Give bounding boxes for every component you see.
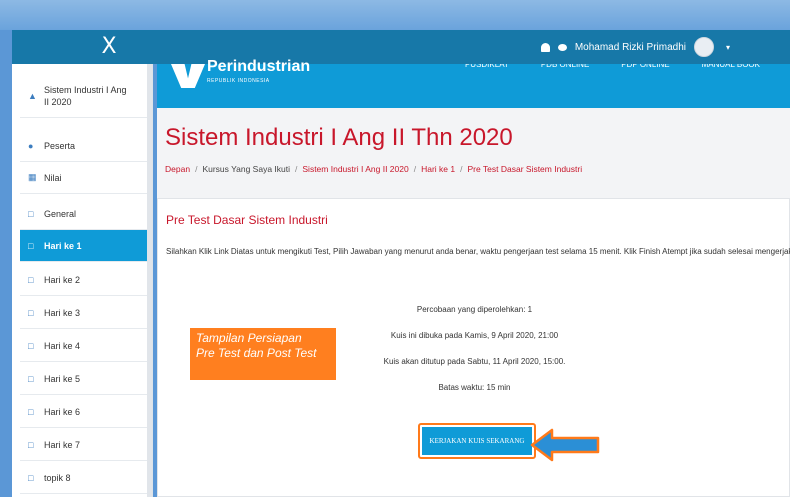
nav-link-manual-book[interactable]: MANUAL BOOK: [702, 64, 760, 72]
sidebar-item-hari-ke-5[interactable]: □ Hari ke 5: [20, 363, 148, 395]
logo-text[interactable]: Perindustrian: [207, 58, 310, 76]
breadcrumb-quiz[interactable]: Pre Test Dasar Sistem Industri: [467, 164, 582, 174]
banner-nav: PUSDIKLAT PDB ONLINE PDP ONLINE MANUAL B…: [465, 64, 760, 72]
breadcrumb-home[interactable]: Depan: [165, 164, 190, 174]
screen-frame-left: [0, 30, 12, 497]
breadcrumb-separator: /: [295, 164, 298, 174]
nav-link-pdb-online[interactable]: PDB ONLINE: [541, 64, 589, 72]
avatar[interactable]: [693, 37, 714, 57]
breadcrumb-separator: /: [460, 164, 463, 174]
breadcrumb-separator: /: [195, 164, 198, 174]
ministry-logo-icon[interactable]: [171, 64, 205, 88]
breadcrumb-separator: /: [413, 164, 417, 174]
sidebar-item-hari-ke-1[interactable]: □ Hari ke 1: [20, 230, 148, 262]
quiz-attempts-allowed: Percobaan yang diperolehkan: 1: [416, 305, 533, 314]
close-drawer-button[interactable]: X: [94, 33, 124, 61]
sidebar-item-peserta[interactable]: ● Peserta: [20, 130, 148, 162]
sidebar-item-label: Hari ke 7: [44, 439, 81, 450]
users-icon: ●: [28, 140, 34, 151]
course-sidebar: ▲ Sistem Industri I Ang II 2020 ● Pesert…: [12, 64, 153, 497]
sidebar-item-topik-8[interactable]: □ topik 8: [20, 462, 148, 494]
sidebar-item-label: General: [44, 208, 77, 219]
sidebar-item-label: topik 8: [44, 472, 71, 483]
folder-icon: □: [28, 240, 34, 251]
top-navbar: X Mohamad Rizki Primadhi ▾: [12, 30, 790, 64]
arrow-left-icon: [530, 428, 600, 462]
sidebar-item-hari-ke-2[interactable]: □ Hari ke 2: [20, 264, 148, 296]
sidebar-item-general[interactable]: □ General: [20, 198, 148, 230]
page-title: Sistem Industri I Ang II Thn 2020: [165, 124, 513, 151]
nav-link-pusdiklat[interactable]: PUSDIKLAT: [465, 64, 509, 72]
folder-icon: □: [28, 274, 34, 285]
sidebar-item-label: Hari ke 6: [44, 406, 81, 417]
sidebar-item-label: Hari ke 1: [44, 240, 82, 251]
quiz-time-limit: Batas waktu: 15 min: [438, 383, 511, 392]
sidebar-item-nilai[interactable]: ▦ Nilai: [20, 162, 148, 194]
nav-link-pdp-online[interactable]: PDP ONLINE: [621, 64, 669, 72]
breadcrumb-section[interactable]: Hari ke 1: [421, 164, 455, 174]
sidebar-item-label: Hari ke 4: [44, 340, 81, 351]
start-quiz-button[interactable]: KERJAKAN KUIS SEKARANG: [422, 427, 532, 455]
sidebar-item-label: Sistem Industri I Ang II 2020: [44, 84, 127, 107]
folder-icon: □: [28, 340, 34, 351]
breadcrumb-course[interactable]: Sistem Industri I Ang II 2020: [302, 164, 408, 174]
folder-icon: □: [28, 472, 34, 483]
main-content: Sistem Industri I Ang II Thn 2020 Depan …: [157, 108, 790, 497]
sidebar-item-label: Peserta: [44, 140, 76, 151]
sidebar-item-hari-ke-6[interactable]: □ Hari ke 6: [20, 396, 148, 428]
sidebar-item-course[interactable]: ▲ Sistem Industri I Ang II 2020: [20, 74, 148, 118]
user-name[interactable]: Mohamad Rizki Primadhi: [575, 42, 686, 53]
folder-icon: □: [28, 307, 34, 318]
quiz-instructions: Silahkan Klik Link Diatas untuk mengikut…: [166, 247, 790, 256]
user-menu[interactable]: Mohamad Rizki Primadhi ▾: [540, 30, 730, 64]
chevron-down-icon[interactable]: ▾: [726, 43, 730, 52]
breadcrumb-my-courses: Kursus Yang Saya Ikuti: [202, 164, 291, 174]
sidebar-item-hari-ke-3[interactable]: □ Hari ke 3: [20, 297, 148, 329]
sidebar-item-label: Nilai: [44, 172, 62, 183]
sidebar-item-hari-ke-4[interactable]: □ Hari ke 4: [20, 330, 148, 362]
folder-icon: □: [28, 439, 34, 450]
logo-subtitle: REPUBLIK INDONESIA: [207, 78, 270, 84]
folder-icon: □: [28, 406, 34, 417]
sidebar-item-label: Hari ke 2: [44, 274, 81, 285]
sidebar-item-label: Hari ke 5: [44, 373, 81, 384]
graduation-cap-icon: ▲: [28, 90, 37, 101]
annotation-label: Tampilan Persiapan Pre Test dan Post Tes…: [190, 328, 336, 380]
bell-icon[interactable]: [540, 42, 550, 52]
sidebar-item-hari-ke-7[interactable]: □ Hari ke 7: [20, 429, 148, 461]
quiz-title: Pre Test Dasar Sistem Industri: [166, 213, 328, 227]
folder-icon: □: [28, 208, 34, 219]
annotation-line-1: Tampilan Persiapan: [196, 331, 302, 345]
table-icon: ▦: [28, 172, 37, 182]
chat-icon[interactable]: [557, 43, 567, 51]
sidebar-scrollbar[interactable]: [147, 64, 152, 497]
annotation-line-2: Pre Test dan Post Test: [196, 346, 317, 360]
site-banner: Perindustrian REPUBLIK INDONESIA PUSDIKL…: [157, 58, 790, 108]
screen-frame-top: [0, 0, 790, 30]
breadcrumb: Depan / Kursus Yang Saya Ikuti / Sistem …: [165, 164, 582, 174]
sidebar-item-label: Hari ke 3: [44, 307, 81, 318]
folder-icon: □: [28, 373, 34, 384]
